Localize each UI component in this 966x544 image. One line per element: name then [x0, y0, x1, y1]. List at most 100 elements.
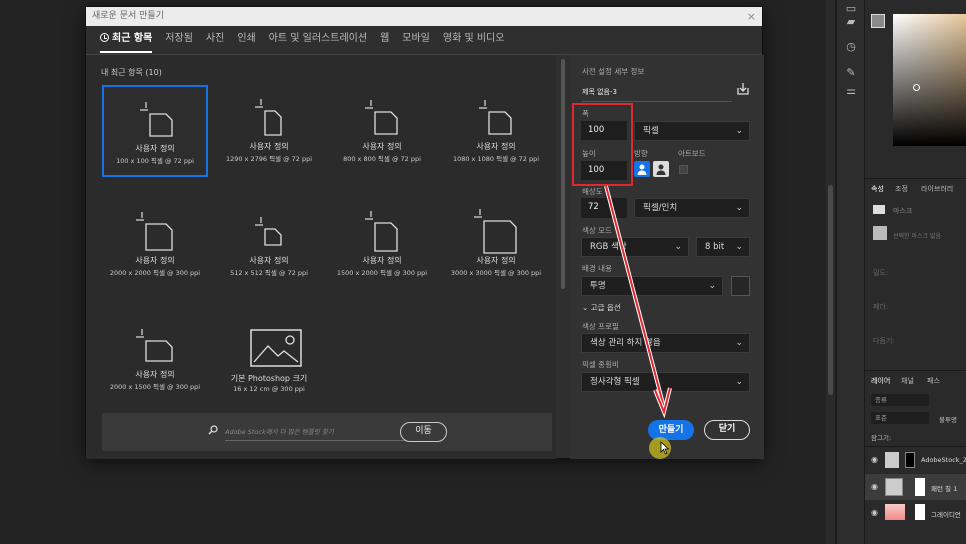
preset-size: 800 x 800 픽셀 @ 72 ppi — [343, 155, 421, 163]
color-picker-field[interactable] — [893, 14, 966, 146]
dialog-titlebar: 새로운 문서 만들기 × — [86, 7, 762, 26]
preset-size: 2000 x 1500 픽셀 @ 300 ppi — [109, 383, 201, 391]
tab-libraries[interactable]: 라이브러리 — [921, 184, 953, 194]
preset-name: 사용자 정의 — [476, 256, 516, 265]
recent-presets-panel: 내 최근 항목 (10) 사용자 정의 100 x 100 픽셀 @ 72 ppi… — [86, 55, 556, 459]
category-tabs: 최근 항목 저장됨 사진 인쇄 아트 및 일러스트레이션 웹 모바일 영화 및 … — [100, 31, 517, 53]
resolution-unit-select[interactable]: 픽셀/인치 ⌄ — [634, 198, 750, 218]
preset-size: 16 x 12 cm @ 300 ppi — [233, 385, 305, 393]
color-picker-handle[interactable] — [913, 84, 920, 91]
density-label: 밀도: — [873, 269, 889, 277]
collapse-icon[interactable]: ▭ — [844, 2, 858, 16]
orientation-label: 방향 — [634, 149, 648, 158]
tab-mobile[interactable]: 모바일 — [402, 31, 430, 53]
preset-card[interactable]: 기본 Photoshop 크기 16 x 12 cm @ 300 ppi — [216, 313, 322, 405]
lock-label: 잠그기: — [871, 434, 892, 442]
preset-size: 1290 x 2796 픽셀 @ 72 ppi — [225, 155, 313, 163]
tab-art-illustration[interactable]: 아트 및 일러스트레이션 — [269, 31, 367, 53]
preset-name: 사용자 정의 — [249, 256, 289, 265]
resolution-field[interactable]: 72 — [581, 198, 627, 218]
color-mode-label: 색상 모드 — [582, 226, 612, 235]
preset-card[interactable]: 사용자 정의 2000 x 2000 픽셀 @ 300 ppi — [102, 199, 208, 291]
panel-icon-strip: ▭ ▰ ◷ ✎ ⚌ — [836, 0, 864, 544]
tab-channels[interactable]: 채널 — [901, 376, 914, 386]
eye-icon[interactable]: ◉ — [871, 508, 878, 517]
pixel-aspect-label: 픽셀 종횡비 — [582, 360, 619, 369]
layer-row-1[interactable]: ◉ AdobeStock_2 — [865, 447, 966, 473]
brush-icon[interactable]: ✎ — [844, 66, 858, 80]
layer-thumbnail — [885, 478, 903, 496]
comment-icon[interactable]: ▰ — [844, 15, 858, 29]
adjust-sliders-icon[interactable]: ⚌ — [844, 84, 858, 98]
preset-card[interactable]: 사용자 정의 1290 x 2796 픽셀 @ 72 ppi — [216, 85, 322, 177]
landscape-orientation-icon[interactable] — [653, 161, 669, 177]
mouse-cursor-icon — [660, 441, 670, 455]
tab-paths[interactable]: 패스 — [927, 376, 940, 386]
tab-web[interactable]: 웹 — [380, 31, 389, 53]
tab-adjustments[interactable]: 조정 — [895, 184, 908, 194]
preset-name: 사용자 정의 — [135, 144, 175, 153]
layer-kind-filter[interactable]: 종류 — [871, 394, 929, 406]
layer-mask-thumbnail — [915, 504, 925, 520]
color-profile-label: 색상 프로필 — [582, 322, 619, 331]
artboard-checkbox[interactable] — [679, 165, 688, 174]
tab-layers[interactable]: 레이어 — [871, 376, 890, 386]
foreground-swatch[interactable] — [871, 14, 885, 28]
recent-header: 내 최근 항목 (10) — [101, 68, 162, 77]
pixel-aspect-select[interactable]: 정사각형 픽셀 ⌄ — [581, 372, 750, 392]
layer-thumbnail — [885, 452, 899, 468]
canvas-scrollbar[interactable] — [826, 0, 835, 544]
layer-thumbnail — [885, 504, 905, 520]
advanced-options-toggle[interactable]: ⌄ 고급 옵션 — [582, 302, 621, 313]
tab-recent[interactable]: 최근 항목 — [100, 31, 153, 53]
history-icon[interactable]: ◷ — [844, 40, 858, 54]
preset-card[interactable]: 사용자 정의 1080 x 1080 픽셀 @ 72 ppi — [443, 85, 549, 177]
layer-row-2[interactable]: ◉ 패턴 칠 1 — [865, 474, 966, 500]
preset-card[interactable]: 사용자 정의 100 x 100 픽셀 @ 72 ppi — [102, 85, 208, 177]
preset-card[interactable]: 사용자 정의 1500 x 2000 픽셀 @ 300 ppi — [329, 199, 435, 291]
preset-size: 1080 x 1080 픽셀 @ 72 ppi — [452, 155, 540, 163]
blend-mode-select[interactable]: 표준 — [871, 412, 929, 424]
presets-scroll-thumb[interactable] — [561, 59, 565, 289]
tab-properties[interactable]: 속성 — [871, 184, 884, 194]
eye-icon[interactable]: ◉ — [871, 455, 878, 464]
go-button[interactable]: 이동 — [400, 422, 447, 442]
right-panel: 속성 조정 라이브러리 마스크 선택한 마스크 없음 밀도: 페더: 다듬기: … — [864, 0, 966, 544]
layer-row-3[interactable]: ◉ 그레이디언 — [865, 500, 966, 526]
close-button[interactable]: 닫기 — [704, 420, 750, 440]
mask-hint: 선택한 마스크 없음 — [893, 233, 941, 240]
background-label: 배경 내용 — [582, 264, 612, 273]
search-icon — [208, 425, 218, 435]
preset-card[interactable]: 사용자 정의 512 x 512 픽셀 @ 72 ppi — [216, 199, 322, 291]
tab-film-video[interactable]: 영화 및 비디오 — [443, 31, 505, 53]
bit-depth-select[interactable]: 8 bit ⌄ — [696, 237, 750, 257]
image-icon — [250, 329, 302, 367]
stock-search-bar: Adobe Stock에서 더 많은 템플릿 찾기 이동 — [102, 413, 552, 451]
tab-photo[interactable]: 사진 — [206, 31, 224, 53]
layer-mask-thumbnail — [915, 478, 925, 496]
tab-print[interactable]: 인쇄 — [237, 31, 255, 53]
mask-thumbnail — [873, 226, 887, 240]
preset-card[interactable]: 사용자 정의 3000 x 3000 픽셀 @ 300 ppi — [443, 199, 549, 291]
portrait-orientation-icon[interactable] — [634, 161, 650, 177]
eye-icon[interactable]: ◉ — [871, 482, 878, 491]
tab-saved[interactable]: 저장됨 — [165, 31, 193, 53]
color-profile-select[interactable]: 색상 관리 하지 않음 ⌄ — [581, 333, 750, 353]
presets-scrollbar[interactable] — [559, 59, 567, 454]
color-mode-select[interactable]: RGB 색상 ⌄ — [581, 237, 689, 257]
artboard-label: 아트보드 — [678, 149, 706, 158]
width-unit-select[interactable]: 픽셀 ⌄ — [634, 121, 750, 141]
background-select[interactable]: 투명 ⌄ — [581, 276, 723, 296]
preset-size: 512 x 512 픽셀 @ 72 ppi — [230, 269, 308, 277]
highlight-box — [572, 103, 633, 186]
stock-search-input[interactable]: Adobe Stock에서 더 많은 템플릿 찾기 — [225, 426, 405, 441]
preset-name: 기본 Photoshop 크기 — [230, 374, 308, 383]
background-color-swatch[interactable] — [731, 276, 750, 296]
preset-card[interactable]: 사용자 정의 2000 x 1500 픽셀 @ 300 ppi — [102, 313, 208, 405]
preset-card[interactable]: 사용자 정의 800 x 800 픽셀 @ 72 ppi — [329, 85, 435, 177]
canvas-scroll-thumb[interactable] — [828, 185, 833, 395]
preset-name: 사용자 정의 — [362, 256, 402, 265]
document-name-field[interactable]: 제목 없음-3 — [582, 87, 732, 102]
close-icon[interactable]: × — [747, 7, 756, 26]
save-preset-icon[interactable] — [736, 82, 750, 96]
